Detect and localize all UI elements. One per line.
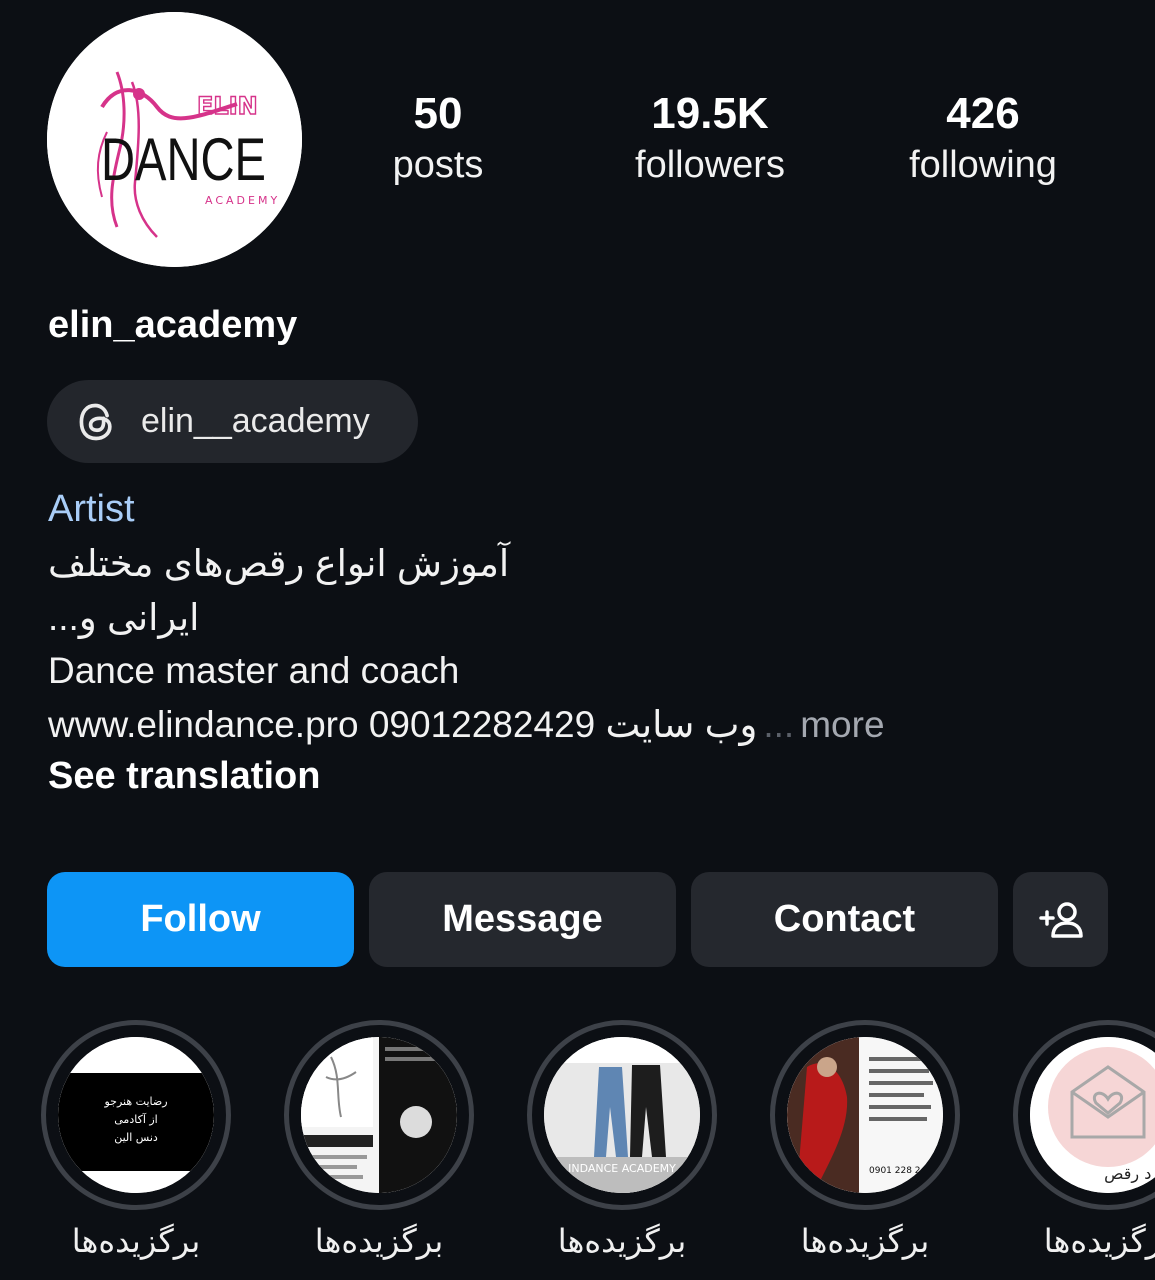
story-highlight[interactable]: رضایت هنرجو از آکادمی دنس الین (41, 1020, 231, 1210)
follow-button[interactable]: Follow (47, 872, 354, 967)
username: elin_academy (48, 304, 298, 346)
profile-page: ELIN DANCE ACADEMY 50 posts 19.5K follow… (0, 0, 1155, 1280)
bio-line: ایرانی و... (48, 597, 200, 638)
highlight-cover: INDANCE ACADEMY (544, 1037, 700, 1193)
profile-avatar[interactable]: ELIN DANCE ACADEMY (47, 12, 302, 267)
svg-text:از آکادمی: از آکادمی (114, 1112, 157, 1126)
svg-text:DANCE: DANCE (101, 126, 266, 193)
highlight-cover: 0901 228 2 (787, 1037, 943, 1193)
highlight-label[interactable]: برگزیده‌ها (770, 1222, 960, 1260)
highlight-cover-text: مورد رقص (1104, 1164, 1155, 1184)
highlight-cover-text: 0901 228 2 (869, 1166, 921, 1176)
more-link[interactable]: more (800, 704, 884, 745)
threads-handle[interactable]: elin__academy (141, 402, 370, 441)
highlight-cover: رضایت هنرجو از آکادمی دنس الین (58, 1037, 214, 1193)
bio-website-link[interactable]: www.elindance.pro 09012282429 وب سایت (48, 704, 757, 745)
threads-icon (79, 403, 112, 440)
story-highlight[interactable]: INDANCE ACADEMY (527, 1020, 717, 1210)
highlight-cover (301, 1037, 457, 1193)
highlight-cover-image: رضایت هنرجو از آکادمی دنس الین (58, 1037, 214, 1193)
following-label[interactable]: following (873, 140, 1093, 190)
svg-text:ELIN: ELIN (197, 92, 258, 120)
bio-line: آموزش انواع رقص‌های مختلف (48, 543, 510, 584)
see-translation-link[interactable]: See translation (48, 755, 320, 798)
story-highlight[interactable]: 0901 228 2 (770, 1020, 960, 1210)
highlight-label[interactable]: برگزیده‌ها (527, 1222, 717, 1260)
highlight-cover-image: INDANCE ACADEMY (544, 1037, 700, 1193)
message-button[interactable]: Message (369, 872, 676, 967)
highlight-label[interactable]: برگزیده‌ها (41, 1222, 231, 1260)
person-add-icon (1038, 901, 1083, 938)
svg-text:ACADEMY: ACADEMY (205, 194, 280, 207)
add-user-button[interactable] (1013, 872, 1108, 967)
followers-count[interactable]: 19.5K (600, 88, 820, 140)
following-stat[interactable]: 426 following (873, 88, 1093, 190)
highlight-label[interactable]: برگزیده‌ها (284, 1222, 474, 1260)
svg-text:دنس الین: دنس الین (114, 1131, 158, 1144)
dance-logo-icon: ELIN DANCE ACADEMY (47, 12, 302, 267)
followers-stat[interactable]: 19.5K followers (600, 88, 820, 190)
followers-label[interactable]: followers (600, 140, 820, 190)
bio-ellipsis: ... (763, 704, 795, 745)
posts-label: posts (392, 144, 484, 186)
posts-count: 50 (413, 89, 463, 138)
story-highlight[interactable]: مورد رقص (1013, 1020, 1155, 1210)
profile-category: Artist (48, 488, 135, 530)
highlight-cover-image (301, 1037, 457, 1193)
threads-badge[interactable]: elin__academy (47, 380, 418, 463)
story-highlight[interactable] (284, 1020, 474, 1210)
highlight-cover-text: INDANCE ACADEMY (568, 1162, 676, 1175)
highlight-cover: مورد رقص (1030, 1037, 1155, 1193)
posts-stat: 50 posts (328, 88, 548, 190)
highlight-label[interactable]: برگزیده‌ها (1013, 1222, 1155, 1260)
highlight-cover-image: 0901 228 2 (787, 1037, 943, 1193)
svg-text:رضایت هنرجو: رضایت هنرجو (103, 1095, 167, 1108)
bio-line: Dance master and coach (48, 650, 460, 691)
following-count[interactable]: 426 (873, 88, 1093, 140)
envelope-heart-icon: مورد رقص (1030, 1037, 1155, 1193)
contact-button[interactable]: Contact (691, 872, 998, 967)
bio-link-line: www.elindance.pro 09012282429 وب سایت...… (48, 703, 885, 746)
